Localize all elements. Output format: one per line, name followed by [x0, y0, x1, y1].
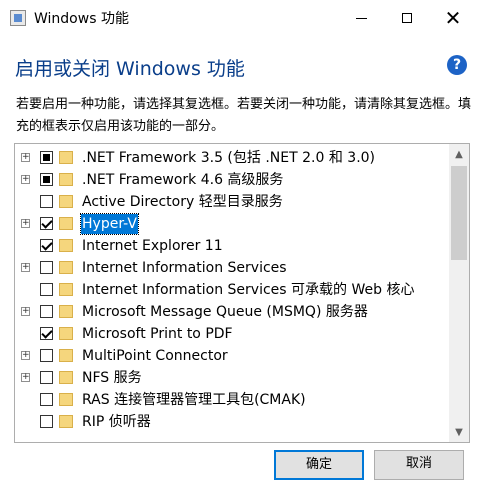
app-icon — [10, 10, 26, 26]
feature-checkbox[interactable] — [40, 173, 53, 186]
folder-icon — [59, 305, 73, 318]
help-icon[interactable]: ? — [447, 55, 467, 75]
window-title: Windows 功能 — [34, 11, 129, 27]
folder-icon — [59, 371, 73, 384]
feature-label[interactable]: MultiPoint Connector — [82, 346, 228, 366]
expand-icon[interactable]: + — [21, 263, 30, 272]
folder-icon — [59, 415, 73, 428]
folder-icon — [59, 283, 73, 296]
feature-label[interactable]: Internet Information Services — [82, 258, 287, 278]
feature-row[interactable]: + Microsoft Message Queue (MSMQ) 服务器 — [15, 301, 449, 323]
expand-icon[interactable]: + — [21, 153, 30, 162]
expand-icon[interactable]: + — [21, 351, 30, 360]
feature-row[interactable]: + Internet Information Services — [15, 257, 449, 279]
feature-row[interactable]: + NFS 服务 — [15, 367, 449, 389]
feature-row[interactable]: + .NET Framework 4.6 高级服务 — [15, 169, 449, 191]
scroll-thumb[interactable] — [451, 166, 467, 260]
feature-label[interactable]: NFS 服务 — [82, 368, 142, 388]
feature-row[interactable]: + Hyper-V — [15, 213, 449, 235]
feature-row[interactable]: RIP 侦听器 — [15, 411, 449, 433]
folder-icon — [59, 151, 73, 164]
page-title: 启用或关闭 Windows 功能 — [15, 58, 245, 80]
feature-label[interactable]: Microsoft Message Queue (MSMQ) 服务器 — [82, 302, 368, 322]
feature-label[interactable]: Hyper-V — [80, 213, 139, 235]
feature-label[interactable]: Internet Explorer 11 — [82, 236, 223, 256]
title-bar: Windows 功能 ✕ — [0, 0, 484, 36]
folder-icon — [59, 327, 73, 340]
cancel-button[interactable]: 取消 — [374, 450, 464, 480]
scroll-down-icon[interactable]: ▼ — [449, 422, 469, 442]
feature-label[interactable]: .NET Framework 4.6 高级服务 — [82, 170, 283, 190]
feature-checkbox[interactable] — [40, 305, 53, 318]
feature-label[interactable]: Internet Information Services 可承载的 Web 核… — [82, 280, 414, 300]
feature-row[interactable]: Active Directory 轻型目录服务 — [15, 191, 449, 213]
feature-checkbox[interactable] — [40, 393, 53, 406]
minimize-button[interactable] — [338, 0, 384, 36]
folder-icon — [59, 195, 73, 208]
folder-icon — [59, 173, 73, 186]
expand-icon[interactable]: + — [21, 175, 30, 184]
close-icon: ✕ — [444, 6, 462, 30]
feature-checkbox[interactable] — [40, 349, 53, 362]
feature-checkbox[interactable] — [40, 195, 53, 208]
feature-row[interactable]: Internet Explorer 11 — [15, 235, 449, 257]
feature-checkbox[interactable] — [40, 261, 53, 274]
feature-checkbox[interactable] — [40, 283, 53, 296]
feature-row[interactable]: RAS 连接管理器管理工具包(CMAK) — [15, 389, 449, 411]
description-text: 若要启用一种功能，请选择其复选框。若要关闭一种功能，请清除其复选框。填充的框表示… — [16, 97, 472, 134]
ok-button[interactable]: 确定 — [274, 450, 364, 480]
expand-icon[interactable]: + — [21, 373, 30, 382]
folder-icon — [59, 261, 73, 274]
feature-row[interactable]: Microsoft Print to PDF — [15, 323, 449, 345]
feature-label[interactable]: Active Directory 轻型目录服务 — [82, 192, 283, 212]
maximize-button[interactable] — [384, 0, 430, 36]
feature-label[interactable]: .NET Framework 3.5 (包括 .NET 2.0 和 3.0) — [82, 148, 375, 168]
feature-checkbox[interactable] — [40, 151, 53, 164]
feature-checkbox[interactable] — [40, 327, 53, 340]
vertical-scrollbar[interactable]: ▲ ▼ — [449, 144, 469, 442]
folder-icon — [59, 217, 73, 230]
feature-label[interactable]: RIP 侦听器 — [82, 412, 151, 432]
features-tree[interactable]: + .NET Framework 3.5 (包括 .NET 2.0 和 3.0) +… — [14, 143, 470, 443]
feature-checkbox[interactable] — [40, 239, 53, 252]
feature-checkbox[interactable] — [40, 371, 53, 384]
close-button[interactable]: ✕ — [430, 0, 476, 36]
feature-row[interactable]: Internet Information Services 可承载的 Web 核… — [15, 279, 449, 301]
feature-label[interactable]: RAS 连接管理器管理工具包(CMAK) — [82, 390, 306, 410]
scroll-up-icon[interactable]: ▲ — [449, 144, 469, 164]
expand-icon[interactable]: + — [21, 307, 30, 316]
folder-icon — [59, 239, 73, 252]
folder-icon — [59, 393, 73, 406]
minimize-icon — [355, 17, 367, 19]
maximize-icon — [402, 13, 412, 23]
feature-checkbox[interactable] — [40, 415, 53, 428]
feature-checkbox[interactable] — [40, 217, 53, 230]
expand-icon[interactable]: + — [21, 219, 30, 228]
feature-label[interactable]: Microsoft Print to PDF — [82, 324, 233, 344]
feature-row[interactable]: + .NET Framework 3.5 (包括 .NET 2.0 和 3.0) — [15, 147, 449, 169]
feature-row[interactable]: + MultiPoint Connector — [15, 345, 449, 367]
folder-icon — [59, 349, 73, 362]
